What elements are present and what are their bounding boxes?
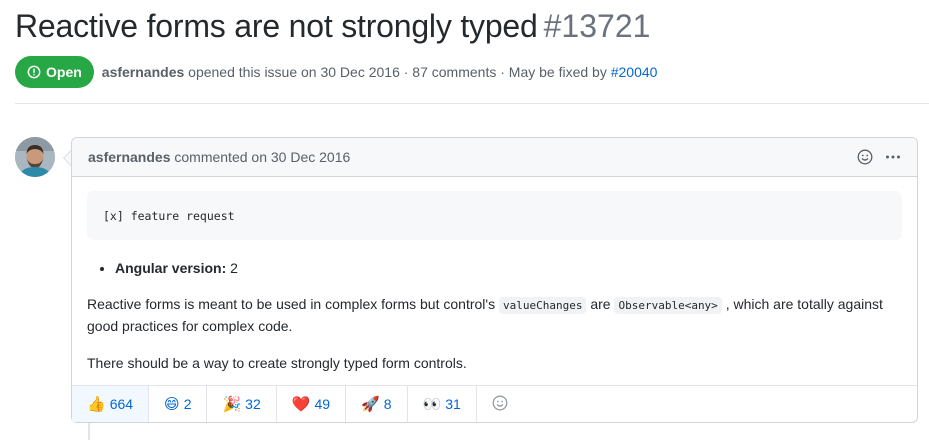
- comment-body: [x] feature request Angular version: 2 R…: [72, 177, 917, 374]
- thumbs-up-icon: 👍: [87, 396, 106, 413]
- bullet-value: 2: [226, 260, 238, 276]
- reaction-eyes[interactable]: 👀 31: [408, 386, 477, 422]
- add-reaction-button[interactable]: [477, 386, 523, 422]
- comment-author-link[interactable]: asfernandes: [88, 149, 170, 165]
- reaction-count: 8: [383, 396, 392, 412]
- reaction-count: 2: [183, 396, 192, 412]
- bullet-label: Angular version:: [115, 260, 227, 276]
- tada-icon: 🎉: [222, 396, 242, 413]
- paragraph-text: are: [586, 296, 615, 312]
- issue-author-link[interactable]: asfernandes: [102, 64, 184, 80]
- list-item: Angular version: 2: [115, 258, 902, 278]
- issue-number: #13721: [543, 8, 651, 44]
- reaction-count: 49: [314, 396, 331, 412]
- comment-header: asfernandes commented on 30 Dec 2016: [72, 138, 917, 177]
- timeline-line: [88, 423, 90, 440]
- smiley-icon: [492, 395, 508, 414]
- status-label: Open: [46, 64, 82, 80]
- header-divider: [15, 103, 929, 104]
- comment-paragraph-1: Reactive forms is meant to be used in co…: [87, 294, 902, 337]
- reaction-count: 664: [109, 396, 134, 412]
- comment-timestamp[interactable]: commented on 30 Dec 2016: [174, 149, 350, 165]
- avatar[interactable]: [15, 137, 55, 177]
- code-block: [x] feature request: [87, 191, 902, 240]
- paragraph-text: Reactive forms is meant to be used in co…: [87, 296, 499, 312]
- reaction-count: 32: [245, 396, 261, 412]
- issue-comment: asfernandes commented on 30 Dec 2016 [x]…: [71, 137, 918, 423]
- reactions-bar: 👍 664 😄 2 🎉 32 ❤️ 49 🚀 8 👀 31: [72, 385, 917, 422]
- reaction-thumbs-up[interactable]: 👍 664: [72, 386, 150, 422]
- issue-opened-text: opened this issue on 30 Dec 2016 · 87 co…: [188, 64, 607, 80]
- issue-meta-row: Open asfernandes opened this issue on 30…: [15, 56, 657, 88]
- status-badge: Open: [15, 56, 94, 88]
- reaction-heart[interactable]: ❤️ 49: [277, 386, 347, 422]
- reaction-tada[interactable]: 🎉 32: [207, 386, 277, 422]
- reaction-rocket[interactable]: 🚀 8: [346, 386, 408, 422]
- inline-code-observable: Observable<any>: [614, 297, 722, 314]
- comment-paragraph-2: There should be a way to create strongly…: [87, 355, 467, 371]
- issue-title: Reactive forms are not strongly typed: [15, 8, 538, 44]
- reaction-smile[interactable]: 😄 2: [149, 386, 208, 422]
- issue-title-row: Reactive forms are not strongly typed #13…: [15, 8, 650, 45]
- more-options-icon[interactable]: [885, 149, 901, 165]
- issue-meta: asfernandes opened this issue on 30 Dec …: [102, 64, 658, 80]
- add-reaction-icon[interactable]: [857, 149, 873, 165]
- comment-pointer-inner: [64, 151, 71, 165]
- fix-pr-link[interactable]: #20040: [611, 64, 658, 80]
- heart-icon: ❤️: [291, 396, 311, 413]
- rocket-icon: 🚀: [361, 396, 380, 413]
- issue-opened-icon: [27, 65, 41, 79]
- comment-actions: [857, 149, 901, 165]
- eyes-icon: 👀: [422, 396, 442, 413]
- reaction-count: 31: [445, 396, 461, 412]
- bullet-list: Angular version: 2: [87, 258, 902, 278]
- inline-code-valuechanges: valueChanges: [498, 297, 587, 314]
- smile-icon: 😄: [164, 396, 180, 413]
